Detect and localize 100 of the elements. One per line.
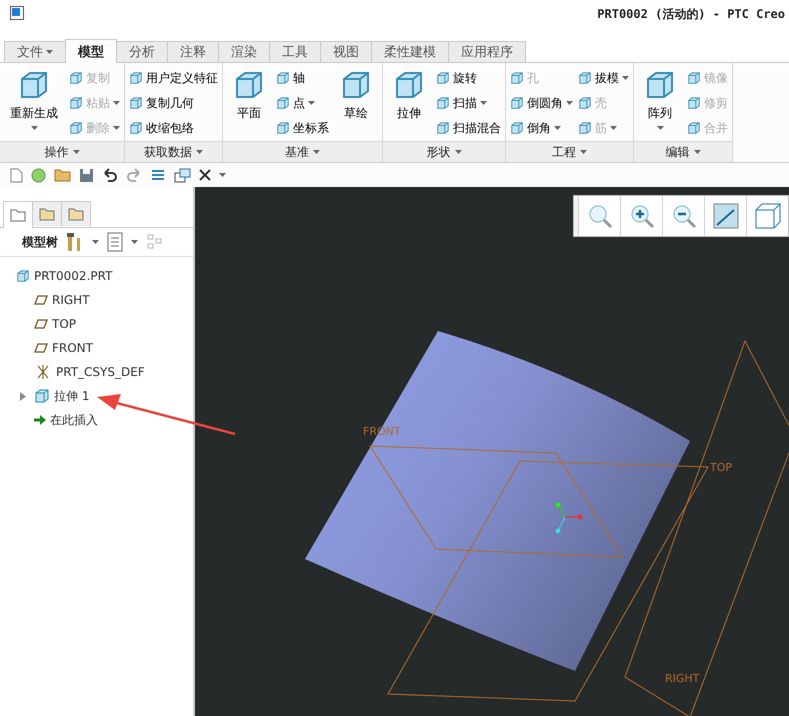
caret-icon <box>694 150 700 154</box>
tree-item[interactable]: RIGHT <box>52 293 90 307</box>
feature-icon <box>687 71 701 85</box>
plane-icon <box>34 343 48 353</box>
new-file-icon[interactable] <box>10 168 23 182</box>
coordinate-axes-icon <box>556 502 582 534</box>
caret-icon <box>580 150 587 154</box>
cube-icon <box>752 201 782 231</box>
group-label[interactable]: 编辑 <box>634 141 732 162</box>
feature-icon <box>510 96 524 110</box>
ribbon-tab[interactable]: 文件 <box>4 41 66 62</box>
ribbon-tab[interactable]: 模型 <box>65 39 117 63</box>
ribbon-button[interactable]: 轴 <box>276 67 329 89</box>
tree-item[interactable]: 在此插入 <box>50 412 98 428</box>
caret-icon <box>656 126 664 130</box>
ribbon-tab[interactable]: 注释 <box>167 41 219 62</box>
folder-icon <box>10 208 26 222</box>
tree-item[interactable]: FRONT <box>52 341 93 355</box>
feature-icon <box>578 96 592 110</box>
ribbon-button[interactable]: 拉伸 <box>387 67 431 141</box>
caret-icon <box>313 150 320 154</box>
tree-item[interactable]: 拉伸 1 <box>54 388 90 404</box>
feature-icon <box>233 69 265 101</box>
zoom-in-button[interactable] <box>620 196 662 236</box>
feature-icon <box>578 71 592 85</box>
ribbon-button[interactable]: 收缩包络 <box>129 117 218 139</box>
panel-title: 模型树 <box>22 234 58 250</box>
ribbon-tab[interactable]: 工具 <box>269 41 321 62</box>
caret-icon <box>454 150 462 154</box>
caret-icon <box>622 76 629 80</box>
feature-icon <box>69 121 83 135</box>
redo-icon[interactable] <box>126 168 142 182</box>
ribbon-button[interactable]: 复制几何 <box>129 92 218 114</box>
feature-icon <box>510 121 524 135</box>
panel-tab[interactable] <box>3 201 33 228</box>
group-label[interactable]: 基准 <box>223 141 382 162</box>
ribbon-button[interactable]: 重新生成 <box>4 67 64 141</box>
group-label[interactable]: 工程 <box>506 141 633 162</box>
folder-icon <box>68 207 84 221</box>
feature-icon <box>129 121 143 135</box>
ribbon-tab[interactable]: 分析 <box>116 41 168 62</box>
plane-icon <box>34 319 48 329</box>
caret-icon <box>131 240 138 244</box>
ribbon-tab[interactable]: 渲染 <box>218 41 270 62</box>
group-label[interactable]: 操作 <box>0 141 124 162</box>
ribbon-button[interactable]: 平面 <box>227 67 271 141</box>
ribbon-button[interactable]: 拔模 <box>578 67 629 89</box>
ribbon-button[interactable]: 草绘 <box>334 67 378 141</box>
ribbon-button[interactable]: 旋转 <box>436 67 501 89</box>
feature-icon <box>129 96 143 110</box>
folder-icon[interactable] <box>54 168 71 182</box>
list-icon[interactable] <box>107 232 123 252</box>
undo-icon[interactable] <box>102 168 118 182</box>
windows-icon[interactable] <box>174 168 191 182</box>
datum-label: RIGHT <box>665 672 700 685</box>
ribbon-button[interactable]: 用户定义特征 <box>129 67 218 89</box>
panel-tab[interactable] <box>32 201 62 226</box>
group-label[interactable]: 获取数据 <box>125 141 222 162</box>
tree-item[interactable]: PRT_CSYS_DEF <box>56 365 145 379</box>
expand-arrow-icon[interactable] <box>20 392 26 400</box>
ribbon-button[interactable]: 阵列 <box>638 67 682 141</box>
zoom-fit-button[interactable] <box>578 196 620 236</box>
ribbon-button[interactable]: 扫描混合 <box>436 117 501 139</box>
tree-item[interactable]: PRT0002.PRT <box>34 269 112 283</box>
repaint-icon <box>712 202 740 230</box>
feature-icon <box>644 69 676 101</box>
list-icon[interactable] <box>150 168 166 182</box>
close-icon[interactable] <box>199 169 211 181</box>
tree-item[interactable]: TOP <box>52 317 76 331</box>
ribbon-tab[interactable]: 视图 <box>320 41 372 62</box>
group-label[interactable]: 形状 <box>383 141 505 162</box>
feature-icon <box>687 121 701 135</box>
ribbon-button[interactable]: 扫描 <box>436 92 501 114</box>
customize-caret-icon <box>219 173 226 177</box>
ribbon-button[interactable]: 坐标系 <box>276 117 329 139</box>
circle-icon[interactable] <box>31 168 46 182</box>
feature-icon <box>436 96 450 110</box>
caret-icon <box>30 126 38 130</box>
feature-icon <box>18 69 50 101</box>
feature-icon <box>436 71 450 85</box>
ribbon-button[interactable]: 倒角 <box>510 117 573 139</box>
caret-icon <box>46 50 53 54</box>
ribbon-button[interactable]: 点 <box>276 92 329 114</box>
feature-icon <box>687 96 701 110</box>
datum-label: TOP <box>710 461 732 474</box>
ribbon-tab[interactable]: 应用程序 <box>448 41 526 62</box>
caret-icon <box>566 101 573 105</box>
ribbon-tab[interactable]: 柔性建模 <box>371 41 449 62</box>
feature-icon <box>276 96 290 110</box>
caret-icon <box>610 126 617 130</box>
caret-icon <box>196 150 203 154</box>
repaint-button[interactable] <box>704 196 746 236</box>
zoom-out-button[interactable] <box>662 196 704 236</box>
caret-icon <box>554 126 561 130</box>
view-cube-button[interactable] <box>746 196 788 236</box>
caret-icon <box>92 240 99 244</box>
panel-tab[interactable] <box>61 201 91 226</box>
ribbon-button[interactable]: 倒圆角 <box>510 92 573 114</box>
save-icon[interactable] <box>79 168 94 182</box>
feature-icon <box>276 71 290 85</box>
